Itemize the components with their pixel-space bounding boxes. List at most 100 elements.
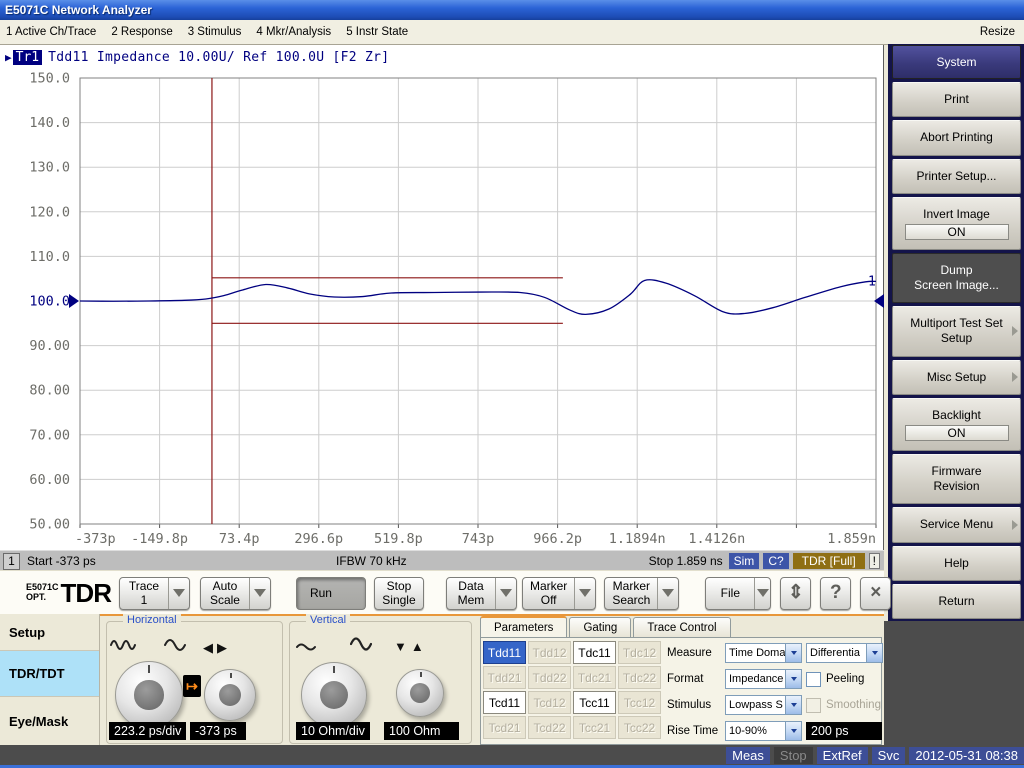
measure-row: Measure Time Doma Differentia bbox=[667, 642, 883, 664]
trace-1-button[interactable]: Trace 1 bbox=[119, 577, 190, 610]
stop-value[interactable]: Stop 1.859 ns bbox=[649, 554, 723, 568]
channel-status-row: 1 Start -373 ps IFBW 70 kHz Stop 1.859 n… bbox=[0, 550, 884, 571]
horizontal-position-knob[interactable] bbox=[204, 669, 256, 721]
file-button[interactable]: File bbox=[705, 577, 771, 610]
format-label: Format bbox=[667, 673, 725, 685]
param-content: Tdd11Tdd12Tdc11Tdc12Tdd21Tdd22Tdc21Tdc22… bbox=[480, 637, 882, 745]
checkbox-label: Peeling bbox=[826, 673, 864, 685]
softkey-label: Print bbox=[944, 92, 969, 107]
softkey-label: Help bbox=[944, 556, 969, 571]
impedance-plot[interactable]: 1150.0140.0130.0120.0110.0100.090.0080.0… bbox=[0, 45, 884, 550]
tab-setup[interactable]: Setup bbox=[0, 614, 99, 651]
softkey-label: Dump Screen Image... bbox=[914, 263, 999, 293]
peeling-checkbox[interactable]: Peeling bbox=[806, 672, 864, 687]
tab-gating[interactable]: Gating bbox=[569, 617, 631, 638]
format-dropdown[interactable]: Impedance bbox=[725, 669, 802, 689]
softkey-printer-setup[interactable]: Printer Setup... bbox=[892, 159, 1021, 194]
y-tick-label: 150.0 bbox=[29, 71, 70, 87]
softkey-system[interactable]: System bbox=[892, 45, 1021, 79]
vertical-position-display[interactable]: 100 Ohm bbox=[384, 722, 459, 740]
panel-right: Horizontal ◀▶ ↦ 223.2 ps/div -373 ps Ver… bbox=[100, 614, 884, 745]
horizontal-scale-display[interactable]: 223.2 ps/div bbox=[109, 722, 186, 740]
menu-5-instr-state[interactable]: 5 Instr State bbox=[346, 26, 408, 38]
tab-trace-control[interactable]: Trace Control bbox=[633, 617, 730, 638]
param-tabs: ParametersGatingTrace Control bbox=[480, 616, 733, 638]
menu-3-stimulus[interactable]: 3 Stimulus bbox=[188, 26, 242, 38]
measure-dropdown[interactable]: Time Doma bbox=[725, 643, 802, 663]
param-tcd11[interactable]: Tcd11 bbox=[483, 691, 526, 714]
dropdown-arrow-icon[interactable] bbox=[249, 578, 270, 609]
softkey-return[interactable]: Return bbox=[892, 584, 1021, 619]
vertical-position-knob[interactable] bbox=[396, 669, 444, 717]
stimulus-dropdown[interactable]: Lowpass S bbox=[725, 695, 802, 715]
bottom-right-filler bbox=[884, 621, 1024, 745]
tab-parameters[interactable]: Parameters bbox=[480, 616, 567, 638]
stop-single-button[interactable]: Stop Single bbox=[374, 577, 424, 610]
dropdown-arrow-icon[interactable] bbox=[866, 644, 882, 662]
softkey-service-menu[interactable]: Service Menu bbox=[892, 507, 1021, 542]
toolbar-button-label: Stop Single bbox=[375, 578, 423, 609]
toolbar-button-label: × bbox=[859, 578, 893, 609]
group-label: Horizontal bbox=[123, 614, 181, 626]
softkey-help[interactable]: Help bbox=[892, 546, 1021, 581]
dropdown-arrow-icon[interactable] bbox=[168, 578, 189, 609]
toolbar-button-label: Data Mem bbox=[447, 578, 495, 609]
dropdown-arrow-icon[interactable] bbox=[754, 578, 770, 609]
softkey-misc-setup[interactable]: Misc Setup bbox=[892, 360, 1021, 395]
softkey-multiport-test-set-setup[interactable]: Multiport Test Set Setup bbox=[892, 306, 1021, 356]
topology-dropdown[interactable]: Differentia bbox=[806, 643, 883, 663]
risetime-display[interactable]: 200 ps bbox=[806, 722, 882, 740]
y-tick-label: 100.0 bbox=[29, 294, 70, 310]
dropdown-arrow-icon[interactable] bbox=[657, 578, 678, 609]
toolbar-button-label: ? bbox=[819, 578, 853, 609]
softkey-invert-image[interactable]: Invert Image ON bbox=[892, 197, 1021, 250]
ref-level-marker-left[interactable] bbox=[69, 294, 79, 308]
softkey-backlight[interactable]: Backlight ON bbox=[892, 398, 1021, 451]
dropdown-arrow-icon[interactable] bbox=[785, 644, 801, 662]
x-tick-label: 296.6p bbox=[294, 531, 343, 547]
close-button[interactable]: × bbox=[860, 577, 891, 610]
param-tdd11[interactable]: Tdd11 bbox=[483, 641, 526, 664]
dropdown-arrow-icon[interactable] bbox=[785, 696, 801, 714]
channel-badges: SimC?TDR [Full]! bbox=[725, 553, 880, 569]
measure-label: Measure bbox=[667, 647, 725, 659]
softkey-dump-screen-image[interactable]: Dump Screen Image... bbox=[892, 253, 1021, 303]
auto-scale-button[interactable]: Auto Scale bbox=[200, 577, 271, 610]
softkey-abort-printing[interactable]: Abort Printing bbox=[892, 120, 1021, 155]
softkey-label: Invert Image bbox=[923, 207, 990, 222]
graph-area: ▶ Tr1 Tdd11 Impedance 10.00U/ Ref 100.0U… bbox=[0, 45, 884, 550]
menu-4-mkr-analysis[interactable]: 4 Mkr/Analysis bbox=[256, 26, 331, 38]
checkbox-icon[interactable] bbox=[806, 672, 821, 687]
tab-tdr-tdt[interactable]: TDR/TDT bbox=[0, 651, 99, 697]
risetime-dropdown[interactable]: 10-90% bbox=[725, 721, 802, 741]
marker-search-button[interactable]: Marker Search bbox=[604, 577, 679, 610]
start-value[interactable]: Start -373 ps bbox=[27, 554, 96, 568]
help-button[interactable]: ? bbox=[820, 577, 851, 610]
trace-number-badge[interactable]: Tr1 bbox=[13, 50, 42, 65]
dropdown-arrow-icon[interactable] bbox=[574, 578, 595, 609]
tab-eye-mask[interactable]: Eye/Mask bbox=[0, 697, 99, 745]
run-button[interactable]: Run bbox=[296, 577, 366, 610]
resize-control[interactable]: Resize bbox=[980, 26, 1024, 38]
up-down-arrow-button[interactable]: ⇕ bbox=[780, 577, 811, 610]
y-tick-label: 130.0 bbox=[29, 160, 70, 176]
param-tdd22: Tdd22 bbox=[528, 666, 571, 689]
y-tick-label: 110.0 bbox=[29, 249, 70, 265]
param-tdc11[interactable]: Tdc11 bbox=[573, 641, 616, 664]
vertical-scale-knob[interactable] bbox=[301, 662, 367, 728]
menu-1-active-ch-trace[interactable]: 1 Active Ch/Trace bbox=[6, 26, 96, 38]
data-mem-button[interactable]: Data Mem bbox=[446, 577, 517, 610]
vertical-scale-display[interactable]: 10 Ohm/div bbox=[296, 722, 370, 740]
horizontal-scale-knob[interactable] bbox=[115, 661, 183, 729]
marker-off-button[interactable]: Marker Off bbox=[522, 577, 596, 610]
ifbw-value[interactable]: IFBW 70 kHz bbox=[336, 554, 407, 568]
softkey-print[interactable]: Print bbox=[892, 82, 1021, 117]
dropdown-arrow-icon[interactable] bbox=[785, 670, 801, 688]
horizontal-position-display[interactable]: -373 ps bbox=[190, 722, 246, 740]
menu-2-response[interactable]: 2 Response bbox=[111, 26, 172, 38]
dropdown-arrow-icon[interactable] bbox=[495, 578, 516, 609]
dropdown-arrow-icon[interactable] bbox=[785, 722, 801, 740]
softkey-firmware-revision[interactable]: Firmware Revision bbox=[892, 454, 1021, 504]
softkey-label: Printer Setup... bbox=[916, 169, 996, 184]
param-tcc11[interactable]: Tcc11 bbox=[573, 691, 616, 714]
